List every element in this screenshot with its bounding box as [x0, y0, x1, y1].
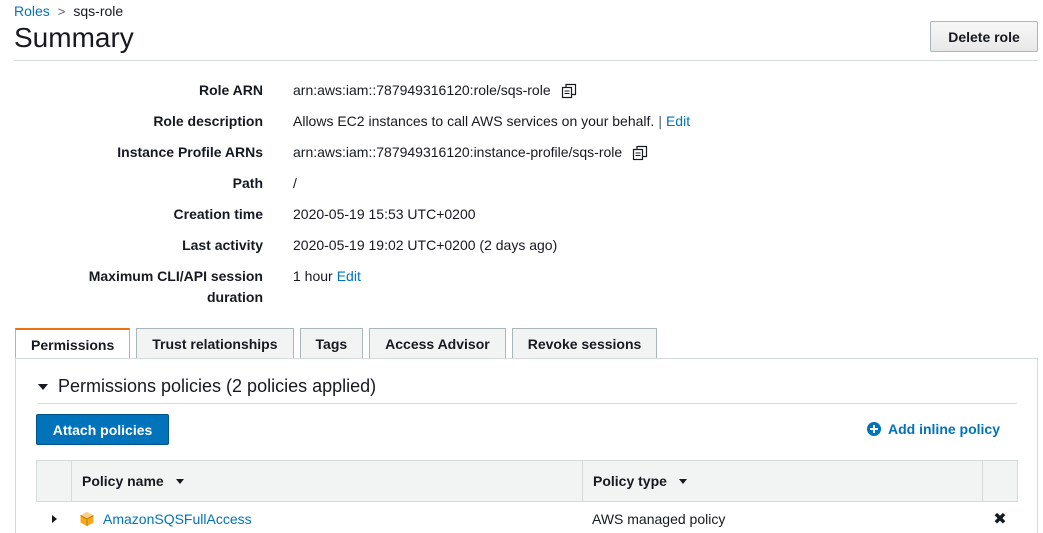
role-description-label: Role description [153, 113, 263, 129]
actions-column-header [983, 461, 1017, 501]
edit-session-link[interactable]: Edit [337, 266, 361, 287]
instance-profile-value: arn:aws:iam::787949316120:instance-profi… [293, 144, 623, 160]
role-description-value: Allows EC2 instances to call AWS service… [293, 113, 655, 129]
role-description-separator: | [658, 113, 662, 129]
breadcrumb-current: sqs-role [73, 3, 124, 19]
sort-caret-icon [175, 478, 184, 484]
expand-column-header [37, 461, 72, 501]
role-arn-value: arn:aws:iam::787949316120:role/sqs-role [293, 82, 551, 98]
summary-row-role-description: Role description Allows EC2 instances to… [0, 111, 1043, 132]
page-title: Summary [14, 22, 134, 53]
last-activity-label: Last activity [182, 237, 263, 253]
table-row: AmazonSQSFullAccess AWS managed policy ✖ [36, 502, 1018, 533]
copy-icon[interactable] [632, 145, 648, 161]
permissions-section-header[interactable]: Permissions policies (2 policies applied… [38, 376, 376, 397]
attach-policies-button[interactable]: Attach policies [36, 414, 169, 445]
delete-role-button[interactable]: Delete role [930, 21, 1038, 52]
summary-row-path: Path / [0, 173, 1043, 194]
summary-row-creation-time: Creation time 2020-05-19 15:53 UTC+0200 [0, 204, 1043, 225]
instance-profile-label: Instance Profile ARNs [117, 144, 263, 160]
add-inline-policy-link[interactable]: Add inline policy [867, 421, 1000, 437]
last-activity-value: 2020-05-19 19:02 UTC+0200 (2 days ago) [293, 237, 558, 253]
tab-tags[interactable]: Tags [299, 328, 364, 358]
policy-type-cell: AWS managed policy [592, 511, 726, 527]
remove-policy-icon[interactable]: ✖ [982, 509, 1018, 529]
summary-row-instance-profile: Instance Profile ARNs arn:aws:iam::78794… [0, 142, 1043, 163]
section-divider [38, 403, 1017, 404]
policy-name-header-label: Policy name [82, 473, 164, 489]
policy-type-column-header[interactable]: Policy type [583, 461, 983, 501]
policy-name-column-header[interactable]: Policy name [72, 461, 583, 501]
edit-description-link[interactable]: Edit [666, 111, 690, 132]
caret-right-icon [52, 515, 57, 523]
copy-icon[interactable] [561, 83, 577, 99]
max-session-value: 1 hour [293, 268, 333, 284]
tab-revoke-sessions[interactable]: Revoke sessions [511, 328, 658, 358]
policy-type-header-label: Policy type [593, 473, 667, 489]
header-divider [14, 60, 1038, 61]
permissions-section-title: Permissions policies (2 policies applied… [58, 376, 377, 396]
policy-cube-icon [79, 511, 95, 527]
max-session-label-line1: Maximum CLI/API session [88, 268, 263, 284]
summary-row-max-session: Maximum CLI/API session duration 1 hour … [0, 266, 1043, 308]
caret-down-icon [38, 383, 48, 390]
permissions-panel: Permissions policies (2 policies applied… [15, 358, 1038, 533]
breadcrumb-separator: > [57, 3, 66, 19]
breadcrumb: Roles > sqs-role [14, 3, 123, 19]
tab-access-advisor[interactable]: Access Advisor [369, 328, 506, 358]
sort-caret-icon [678, 478, 687, 484]
summary-row-last-activity: Last activity 2020-05-19 19:02 UTC+0200 … [0, 235, 1043, 256]
tab-trust-relationships[interactable]: Trust relationships [136, 328, 294, 358]
summary-row-role-arn: Role ARN arn:aws:iam::787949316120:role/… [0, 80, 1043, 101]
plus-circle-icon [867, 422, 881, 436]
add-inline-policy-label: Add inline policy [888, 421, 1001, 437]
path-label: Path [232, 175, 263, 191]
policies-table: Policy name Policy type AmazonSQSFullAcc… [36, 460, 1018, 533]
breadcrumb-roles-link[interactable]: Roles [14, 3, 50, 19]
max-session-label-line2: duration [207, 289, 263, 305]
tab-permissions[interactable]: Permissions [15, 328, 131, 359]
max-session-label: Maximum CLI/API session duration [0, 266, 263, 308]
role-arn-label: Role ARN [198, 82, 263, 98]
creation-time-label: Creation time [173, 206, 263, 222]
creation-time-value: 2020-05-19 15:53 UTC+0200 [293, 206, 476, 222]
role-tabs: Permissions Trust relationships Tags Acc… [15, 328, 658, 359]
expand-row-toggle[interactable] [36, 515, 71, 523]
policy-name-link[interactable]: AmazonSQSFullAccess [103, 511, 252, 527]
path-value: / [293, 175, 297, 191]
table-header: Policy name Policy type [36, 460, 1018, 502]
